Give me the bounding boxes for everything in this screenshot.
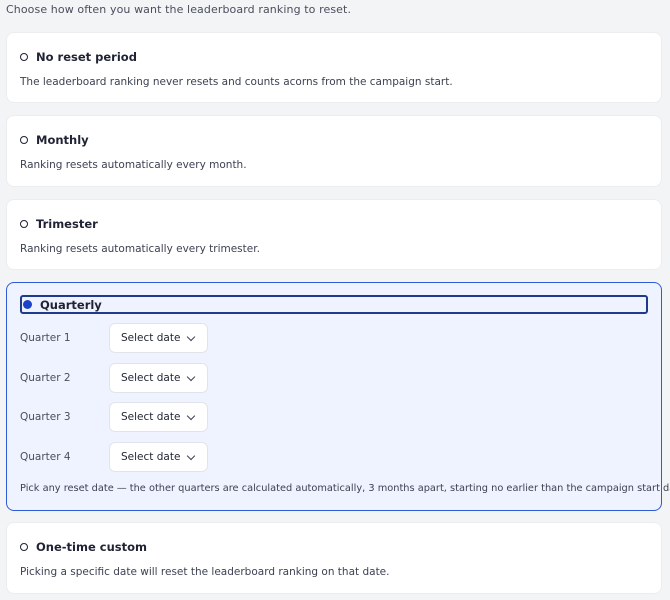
chevron-down-icon [187,372,196,381]
option-title: One-time custom [36,540,147,554]
option-description: Picking a specific date will reset the l… [20,566,390,578]
option-monthly[interactable]: Monthly Ranking resets automatically eve… [6,115,662,187]
option-description: Ranking resets automatically every month… [20,159,247,171]
radio-empty-icon[interactable] [20,136,28,144]
select-value: Select date [121,332,181,344]
option-description: Ranking resets automatically every trime… [20,243,260,255]
option-title: Trimester [36,217,98,231]
quarter-2-date-select[interactable]: Select date [109,363,208,393]
option-title: Monthly [36,133,89,147]
select-value: Select date [121,451,181,463]
intro-text: Choose how often you want the leaderboar… [6,3,352,16]
option-title: Quarterly [40,297,102,312]
chevron-down-icon [187,411,196,420]
select-value: Select date [121,372,181,384]
chevron-down-icon [187,451,196,460]
quarter-1-date-select[interactable]: Select date [109,323,208,353]
radio-filled-icon[interactable] [23,300,32,309]
select-value: Select date [121,411,181,423]
option-title: No reset period [36,50,137,64]
quarter-label: Quarter 1 [20,332,71,344]
option-quarterly-header[interactable]: Quarterly [20,295,648,314]
option-one-time-custom[interactable]: One-time custom Picking a specific date … [6,522,662,594]
quarter-3-date-select[interactable]: Select date [109,402,208,432]
quarter-row-2: Quarter 2 Select date [20,363,208,393]
chevron-down-icon [187,332,196,341]
quarter-label: Quarter 3 [20,411,71,423]
radio-empty-icon[interactable] [20,220,28,228]
quarter-row-1: Quarter 1 Select date [20,323,208,353]
quarter-label: Quarter 4 [20,451,71,463]
quarter-row-3: Quarter 3 Select date [20,402,208,432]
quarter-4-date-select[interactable]: Select date [109,442,208,472]
quarter-label: Quarter 2 [20,372,71,384]
quarterly-help-text: Pick any reset date — the other quarters… [20,483,670,494]
option-description: The leaderboard ranking never resets and… [20,76,453,88]
option-no-reset[interactable]: No reset period The leaderboard ranking … [6,32,662,103]
radio-empty-icon[interactable] [20,53,28,61]
radio-empty-icon[interactable] [20,543,28,551]
quarter-row-4: Quarter 4 Select date [20,442,208,472]
option-trimester[interactable]: Trimester Ranking resets automatically e… [6,199,662,270]
option-quarterly[interactable]: Quarterly Quarter 1 Select date Quarter … [6,282,670,511]
